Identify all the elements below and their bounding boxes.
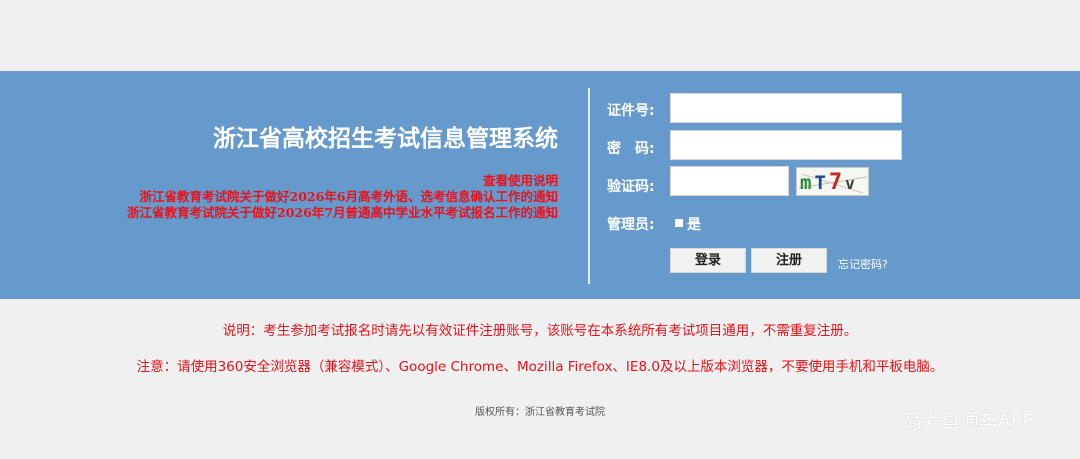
forgot-password-link[interactable]: 忘记密码?	[838, 256, 888, 272]
admin-label: 管理员:	[607, 217, 655, 233]
admin-checkbox[interactable]	[675, 219, 683, 227]
captcha-label: 验证码:	[607, 179, 655, 195]
password-input[interactable]	[670, 130, 902, 160]
notice-link-july-exam[interactable]: 浙江省教育考试院关于做好2026年7月普通高中学业水平考试报名工作的通知	[127, 205, 558, 221]
captcha-char: 7	[828, 170, 846, 195]
captcha-text: mT7v	[800, 170, 858, 195]
login-button[interactable]: 登录	[670, 248, 746, 273]
id-number-input[interactable]	[670, 93, 902, 123]
vertical-divider	[588, 88, 590, 284]
admin-option-label: 是	[687, 217, 701, 233]
notice-list: 查看使用说明 浙江省教育考试院关于做好2026年6月高考外语、选考信息确认工作的…	[127, 173, 558, 221]
browser-warning: 注意：请使用360安全浏览器（兼容模式）、Google Chrome、Mozil…	[136, 359, 944, 375]
captcha-char: v	[845, 174, 858, 193]
system-title: 浙江省高校招生考试信息管理系统	[213, 126, 558, 152]
notice-link-june-exam[interactable]: 浙江省教育考试院关于做好2026年6月高考外语、选考信息确认工作的通知	[127, 189, 559, 205]
captcha-input[interactable]	[670, 166, 789, 196]
id-number-label: 证件号:	[607, 103, 655, 119]
registration-note: 说明：考生参加考试报名时请先以有效证件注册账号，该账号在本系统所有考试项目通用，…	[222, 323, 858, 339]
password-label: 密 码:	[607, 141, 655, 157]
login-banner: 浙江省高校招生考试信息管理系统 查看使用说明 浙江省教育考试院关于做好2026年…	[0, 71, 1080, 299]
captcha-char: T	[814, 172, 829, 194]
captcha-image[interactable]: mT7v	[796, 167, 869, 196]
watermark-text: 高考直通车APP	[903, 410, 1034, 432]
usage-guide-link[interactable]: 查看使用说明	[127, 173, 558, 189]
register-button[interactable]: 注册	[751, 248, 827, 273]
captcha-char: m	[800, 172, 815, 194]
